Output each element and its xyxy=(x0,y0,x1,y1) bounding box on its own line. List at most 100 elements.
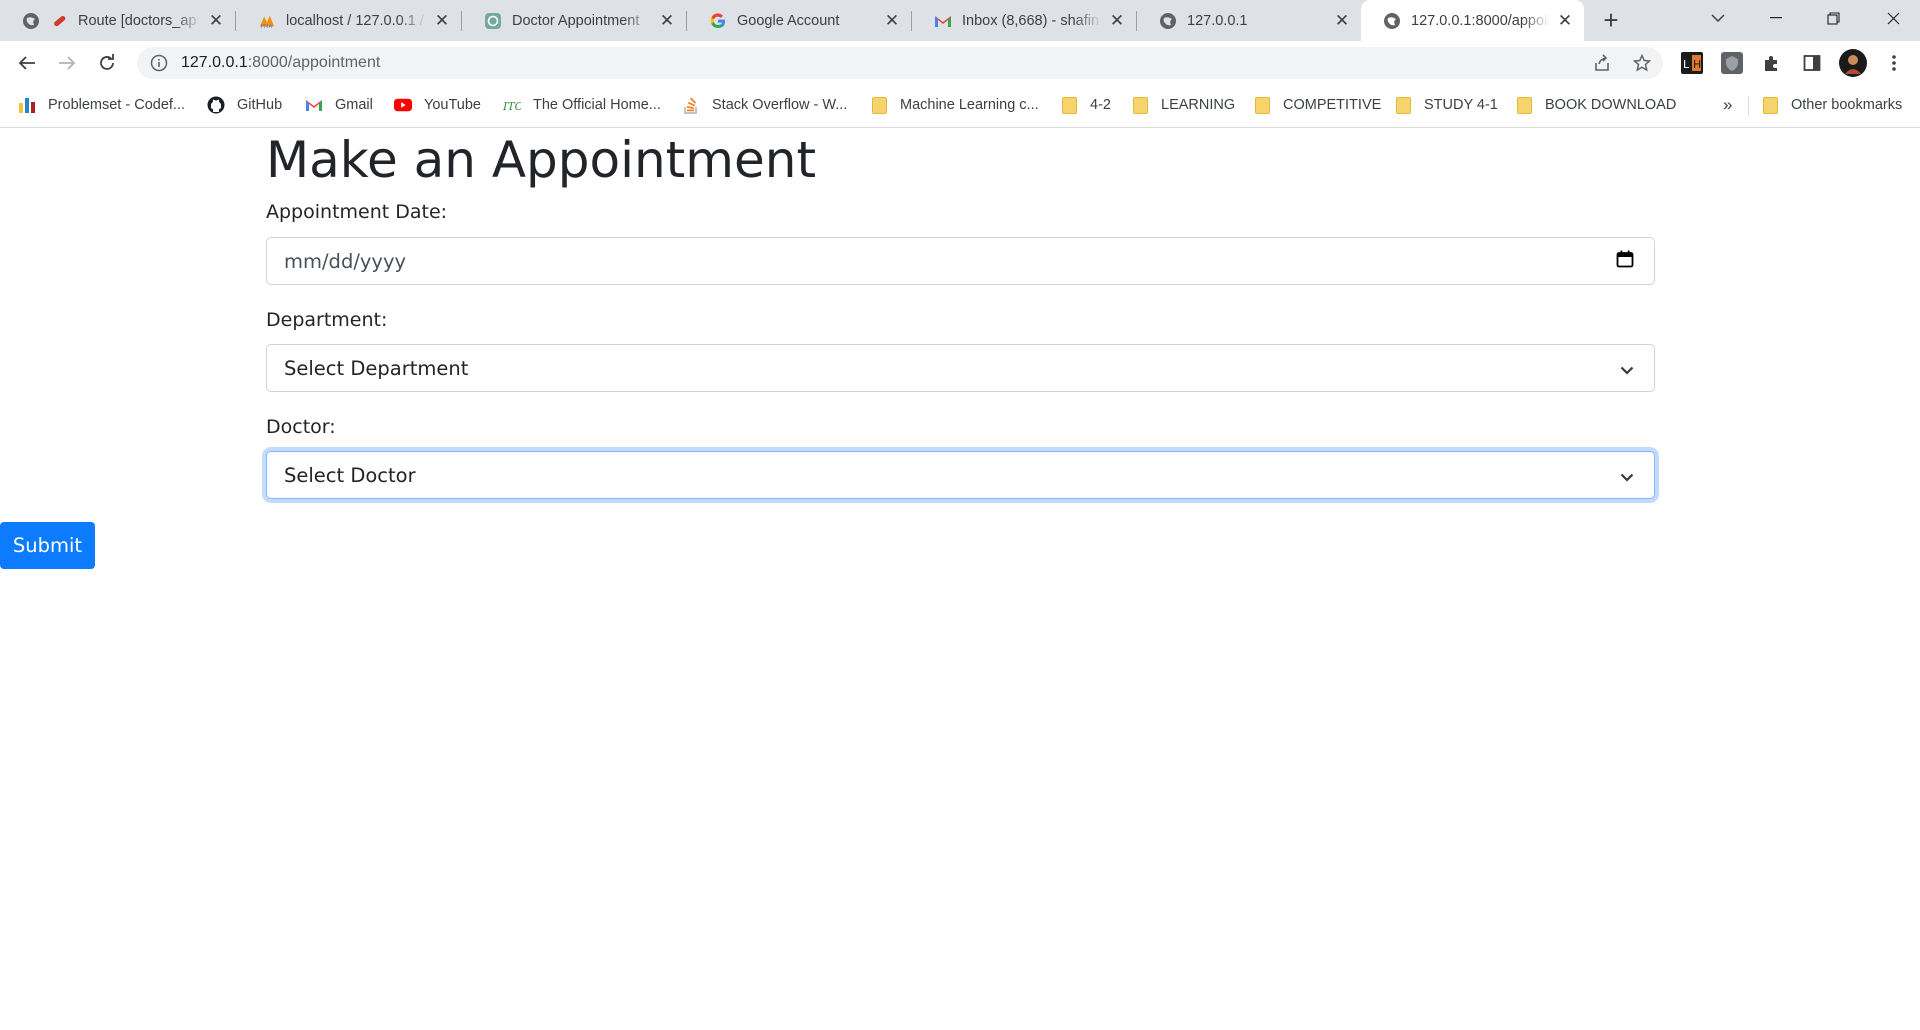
tab-title: Inbox (8,668) - shafin xyxy=(962,12,1100,29)
new-tab-button[interactable]: + xyxy=(1596,6,1626,36)
tab-appointment-active[interactable]: 127.0.0.1:8000/appoin ✕ xyxy=(1361,0,1584,41)
tab-search-chevron-icon[interactable] xyxy=(1694,0,1742,36)
tab-title: 127.0.0.1 xyxy=(1187,12,1248,29)
gmail-icon xyxy=(305,96,323,114)
bookmark-label: Problemset - Codef... xyxy=(48,97,185,113)
bookmark-label: The Official Home... xyxy=(533,97,661,113)
close-icon[interactable]: ✕ xyxy=(433,11,451,30)
lh-extension-icon[interactable]: LH xyxy=(1680,51,1704,75)
bookmark-stackoverflow[interactable]: Stack Overflow - W... xyxy=(682,94,847,116)
tab-title: localhost / 127.0.0.1 / xyxy=(286,12,424,29)
bookmark-folder-4-2[interactable]: 4-2 xyxy=(1060,94,1111,116)
globe-icon xyxy=(1383,12,1401,30)
globe-icon xyxy=(22,12,40,30)
date-placeholder: mm/dd/yyyy xyxy=(284,249,407,273)
codeforces-icon xyxy=(18,96,36,114)
puzzle-extensions-icon[interactable] xyxy=(1760,51,1784,75)
side-panel-icon[interactable] xyxy=(1800,51,1824,75)
tab-title: Route [doctors_ap xyxy=(78,12,197,29)
submit-button[interactable]: Submit xyxy=(0,522,95,569)
url-host: 127.0.0.1 xyxy=(181,54,248,71)
bookmark-folder-learning[interactable]: LEARNING xyxy=(1131,94,1235,116)
calendar-icon[interactable] xyxy=(1616,250,1634,273)
tab-localhost[interactable]: 127.0.0.1 ✕ xyxy=(1137,0,1361,41)
share-icon[interactable] xyxy=(1586,47,1618,79)
bookmark-folder-study[interactable]: STUDY 4-1 xyxy=(1394,94,1498,116)
gmail-icon xyxy=(934,12,952,30)
tab-title: Doctor Appointment xyxy=(512,12,640,29)
bookmark-gmail[interactable]: Gmail xyxy=(305,94,373,116)
forward-arrow-icon[interactable] xyxy=(51,47,83,79)
youtube-icon xyxy=(394,96,412,114)
minimize-icon[interactable] xyxy=(1752,0,1800,36)
google-icon xyxy=(709,12,727,30)
menu-kebab-icon[interactable] xyxy=(1882,51,1906,75)
tab-inbox[interactable]: Inbox (8,668) - shafin ✕ xyxy=(912,0,1136,41)
page-viewport: Make an Appointment Appointment Date: mm… xyxy=(0,129,1920,1030)
close-icon[interactable]: ✕ xyxy=(883,11,901,30)
folder-icon xyxy=(1515,96,1533,114)
bookmark-github[interactable]: GitHub xyxy=(207,94,282,116)
close-icon[interactable]: ✕ xyxy=(1556,11,1574,30)
department-selected-value: Select Department xyxy=(284,356,469,380)
tab-strip: Route [doctors_ap ✕ PMA localhost / 127.… xyxy=(0,0,1920,41)
appointment-form: Make an Appointment Appointment Date: mm… xyxy=(266,129,1655,499)
stackoverflow-icon xyxy=(682,96,700,114)
browser-toolbar: 127.0.0.1:8000/appointment LH xyxy=(0,41,1920,84)
chatgpt-icon xyxy=(484,12,502,30)
tab-phpmyadmin[interactable]: PMA localhost / 127.0.0.1 / ✕ xyxy=(236,0,461,41)
doctor-selected-value: Select Doctor xyxy=(284,463,416,487)
page-title: Make an Appointment xyxy=(266,131,817,189)
window-close-icon[interactable] xyxy=(1866,0,1920,36)
bookmark-label: LEARNING xyxy=(1161,97,1236,113)
department-select[interactable]: Select Department xyxy=(266,344,1655,392)
appointment-date-input[interactable]: mm/dd/yyyy xyxy=(266,237,1655,285)
shield-extension-icon[interactable] xyxy=(1720,51,1744,75)
folder-icon xyxy=(1253,96,1271,114)
tab-doctor-appointment[interactable]: Doctor Appointment ✕ xyxy=(462,0,686,41)
tab-route[interactable]: Route [doctors_ap ✕ xyxy=(0,0,235,41)
close-icon[interactable]: ✕ xyxy=(207,11,225,30)
laravel-icon xyxy=(50,12,68,30)
globe-icon xyxy=(1159,12,1177,30)
folder-icon xyxy=(1394,96,1412,114)
bookmark-star-icon[interactable] xyxy=(1626,47,1658,79)
doctor-label: Doctor: xyxy=(266,416,336,438)
restore-icon[interactable] xyxy=(1809,0,1857,36)
close-icon[interactable]: ✕ xyxy=(1333,11,1351,30)
bookmark-label: 4-2 xyxy=(1090,97,1111,113)
doctor-select[interactable]: Select Doctor xyxy=(266,451,1655,499)
back-arrow-icon[interactable] xyxy=(11,47,43,79)
bookmark-label: YouTube xyxy=(424,97,481,113)
site-icon: ITC xyxy=(503,96,521,114)
department-label: Department: xyxy=(266,309,388,331)
bookmark-folder-competitive[interactable]: COMPETITIVE xyxy=(1253,94,1381,116)
site-info-icon[interactable] xyxy=(149,53,169,73)
bookmark-folder-books[interactable]: BOOK DOWNLOAD xyxy=(1515,94,1676,116)
bookmarks-bar: Problemset - Codef... GitHub Gmail YouTu… xyxy=(0,84,1920,128)
bookmark-label: Other bookmarks xyxy=(1791,97,1903,113)
folder-icon xyxy=(1060,96,1078,114)
bookmark-official-home[interactable]: ITC The Official Home... xyxy=(503,94,661,116)
bookmark-other[interactable]: Other bookmarks xyxy=(1761,94,1902,116)
reload-icon[interactable] xyxy=(91,47,123,79)
url-text[interactable]: 127.0.0.1:8000/appointment xyxy=(181,54,380,72)
bookmark-folder-ml[interactable]: Machine Learning c... xyxy=(870,94,1039,116)
chevron-down-icon xyxy=(1620,464,1634,487)
close-icon[interactable]: ✕ xyxy=(1108,11,1126,30)
url-path: :8000/appointment xyxy=(247,54,381,71)
bookmark-label: STUDY 4-1 xyxy=(1424,97,1498,113)
tab-google-account[interactable]: Google Account ✕ xyxy=(687,0,911,41)
date-label: Appointment Date: xyxy=(266,201,448,223)
profile-avatar[interactable] xyxy=(1839,49,1867,77)
github-icon xyxy=(207,96,225,114)
bookmark-label: GitHub xyxy=(237,97,283,113)
address-bar[interactable]: 127.0.0.1:8000/appointment xyxy=(137,47,1663,79)
tab-title: Google Account xyxy=(737,12,840,29)
bookmark-label: Gmail xyxy=(335,97,373,113)
close-icon[interactable]: ✕ xyxy=(658,11,676,30)
bookmark-codeforces[interactable]: Problemset - Codef... xyxy=(18,94,185,116)
bookmarks-overflow-button[interactable]: » xyxy=(1723,94,1732,116)
folder-icon xyxy=(870,96,888,114)
bookmark-youtube[interactable]: YouTube xyxy=(394,94,481,116)
